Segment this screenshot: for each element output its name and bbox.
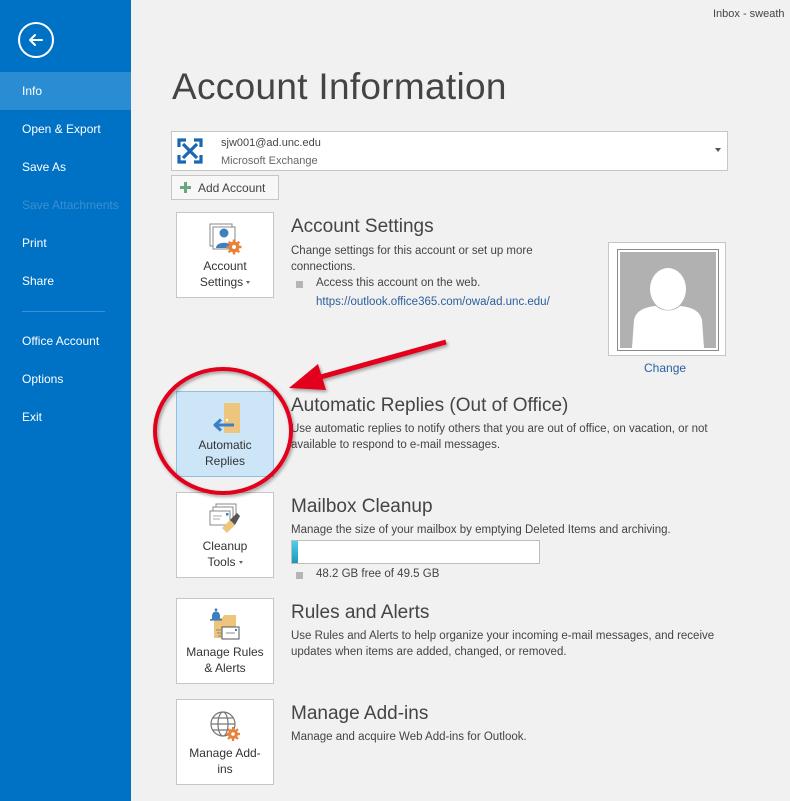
add-account-button[interactable]: Add Account [171, 175, 279, 200]
account-settings-button[interactable]: Account Settings [176, 212, 274, 298]
nav-item-options[interactable]: Options [0, 360, 131, 398]
cleanup-tools-icon [209, 503, 240, 533]
back-arrow-icon [29, 34, 43, 46]
addins-label-2: ins [217, 762, 233, 776]
backstage-sidebar: Info Open & Export Save As Save Attachme… [0, 0, 131, 801]
rules-alerts-label-2: & Alerts [204, 661, 246, 675]
account-email: sjw001@ad.unc.edu [221, 137, 321, 149]
nav-item-save-as[interactable]: Save As [0, 148, 131, 186]
exchange-icon [177, 138, 203, 164]
page-title: Account Information [172, 66, 507, 107]
nav-item-exit[interactable]: Exit [0, 398, 131, 436]
cleanup-tools-label-2: Tools [207, 555, 236, 569]
dropdown-caret-icon [246, 281, 251, 285]
bullet-icon [296, 281, 303, 288]
automatic-replies-button[interactable]: Automatic Replies [176, 391, 274, 477]
profile-photo [608, 242, 726, 356]
backstage-nav: Info Open & Export Save As Save Attachme… [0, 72, 131, 436]
back-button[interactable] [18, 22, 54, 58]
storage-text: 48.2 GB free of 49.5 GB [316, 568, 440, 580]
mailbox-usage-bar [291, 540, 540, 564]
mailbox-cleanup-title: Mailbox Cleanup [291, 496, 433, 517]
owa-link[interactable]: https://outlook.office365.com/owa/ad.unc… [316, 296, 550, 308]
account-settings-description: Change settings for this account or set … [291, 245, 533, 273]
mailbox-usage-fill [292, 541, 299, 563]
rules-alerts-title: Rules and Alerts [291, 602, 430, 623]
globe-gear-icon [210, 711, 240, 741]
nav-divider [22, 311, 105, 312]
bullet-icon [296, 572, 303, 579]
nav-item-save-attachments: Save Attachments [22, 198, 119, 212]
addins-label-1: Manage Add- [189, 746, 261, 760]
addins-description: Manage and acquire Web Add-ins for Outlo… [291, 731, 527, 743]
plus-icon [180, 182, 191, 193]
nav-item-office-account[interactable]: Office Account [0, 322, 131, 360]
nav-item-info[interactable]: Info [0, 72, 131, 110]
account-settings-label-2: Settings [199, 275, 244, 289]
account-settings-icon [209, 223, 242, 255]
person-placeholder-icon [620, 252, 716, 348]
rules-alerts-description: Use Rules and Alerts to help organize yo… [291, 630, 715, 658]
cleanup-tools-button[interactable]: Cleanup Tools [176, 492, 274, 578]
cleanup-tools-label-1: Cleanup [202, 539, 248, 553]
automatic-replies-label-1: Automatic [198, 438, 252, 452]
nav-item-print[interactable]: Print [0, 224, 131, 262]
web-access-text: Access this account on the web. [316, 277, 481, 289]
rules-alerts-icon [210, 608, 240, 640]
account-settings-title: Account Settings [291, 216, 434, 237]
automatic-replies-title: Automatic Replies (Out of Office) [291, 395, 569, 416]
manage-addins-button[interactable]: Manage Add- ins [176, 699, 274, 785]
window-title: Inbox - sweath [713, 8, 785, 20]
dropdown-caret-icon [238, 561, 243, 565]
automatic-replies-label-2: Replies [204, 454, 246, 468]
rules-alerts-label-1: Manage Rules [186, 645, 264, 659]
nav-item-open-export[interactable]: Open & Export [0, 110, 131, 148]
mailbox-cleanup-description: Manage the size of your mailbox by empty… [291, 524, 671, 536]
add-account-label: Add Account [198, 180, 266, 195]
nav-item-share[interactable]: Share [0, 262, 131, 300]
automatic-replies-description: Use automatic replies to notify others t… [291, 423, 708, 451]
account-type: Microsoft Exchange [221, 155, 318, 167]
addins-title: Manage Add-ins [291, 703, 429, 724]
account-selector-dropdown[interactable]: sjw001@ad.unc.edu Microsoft Exchange [171, 131, 728, 171]
annotation-arrow [289, 339, 447, 390]
change-photo-link[interactable]: Change [644, 361, 686, 375]
account-settings-label-1: Account [203, 259, 247, 273]
chevron-down-icon [715, 148, 721, 152]
automatic-replies-icon [213, 403, 240, 433]
manage-rules-alerts-button[interactable]: Manage Rules & Alerts [176, 598, 274, 684]
